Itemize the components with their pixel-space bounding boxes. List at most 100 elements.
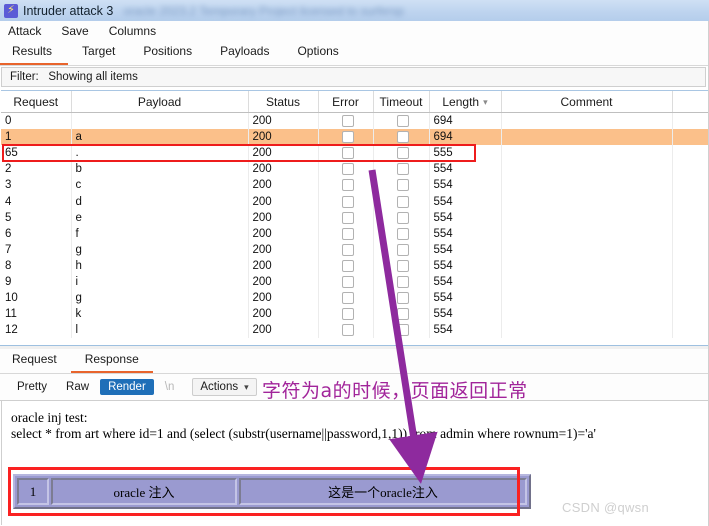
checkbox-icon[interactable] xyxy=(397,259,409,272)
table-row[interactable]: 5 e 200 554 xyxy=(1,209,708,226)
actions-dropdown[interactable]: Actions ▾ xyxy=(192,378,257,396)
cell-error[interactable] xyxy=(318,273,374,291)
cell-error[interactable] xyxy=(318,112,374,130)
cell-error[interactable] xyxy=(318,145,374,162)
filter-bar[interactable]: Filter: Showing all items xyxy=(1,67,706,87)
cell-error[interactable] xyxy=(318,177,374,194)
table-row[interactable]: 11 k 200 554 xyxy=(1,306,708,323)
view-button-pretty[interactable]: Pretty xyxy=(9,379,55,395)
cell-error[interactable] xyxy=(318,225,374,242)
tab-target[interactable]: Target xyxy=(68,40,129,65)
checkbox-icon[interactable] xyxy=(397,115,409,128)
checkbox-icon[interactable] xyxy=(397,308,409,321)
checkbox-icon[interactable] xyxy=(341,243,354,256)
column-header-status[interactable]: Status xyxy=(248,91,319,113)
checkbox-icon[interactable] xyxy=(397,131,409,144)
table-row[interactable]: 12 l 200 554 xyxy=(1,322,708,339)
cell-comment xyxy=(501,290,673,307)
cell-spacer xyxy=(672,226,708,242)
table-row[interactable]: 7 g 200 554 xyxy=(1,241,708,258)
table-row[interactable]: 10 g 200 554 xyxy=(1,290,708,307)
cell-timeout[interactable] xyxy=(373,225,430,242)
table-row[interactable]: 6 f 200 554 xyxy=(1,225,708,242)
checkbox-icon[interactable] xyxy=(341,324,354,337)
tab-positions[interactable]: Positions xyxy=(129,40,206,65)
cell-timeout[interactable] xyxy=(373,129,430,146)
cell-error[interactable] xyxy=(318,129,374,146)
menu-item-save[interactable]: Save xyxy=(51,21,98,41)
cell-error[interactable] xyxy=(318,306,374,323)
table-row[interactable]: 1 a 200 694 xyxy=(1,129,708,146)
tab-payloads[interactable]: Payloads xyxy=(206,40,283,65)
checkbox-icon[interactable] xyxy=(397,179,409,192)
column-header-error[interactable]: Error xyxy=(318,91,374,113)
checkbox-icon[interactable] xyxy=(341,163,354,176)
cell-timeout[interactable] xyxy=(373,290,430,307)
table-row[interactable]: 4 d 200 554 xyxy=(1,193,708,210)
cell-timeout[interactable] xyxy=(373,306,430,323)
checkbox-icon[interactable] xyxy=(341,179,354,192)
checkbox-icon[interactable] xyxy=(341,292,354,305)
checkbox-icon[interactable] xyxy=(341,211,354,224)
checkbox-icon[interactable] xyxy=(397,211,409,224)
cell-comment xyxy=(501,241,673,258)
cell-error[interactable] xyxy=(318,322,374,339)
results-table-container[interactable]: Request Payload Status Error Timeout Len… xyxy=(1,90,708,346)
checkbox-icon[interactable] xyxy=(341,115,354,128)
table-row[interactable]: 0 200 694 xyxy=(1,112,708,130)
checkbox-icon[interactable] xyxy=(397,292,409,305)
checkbox-icon[interactable] xyxy=(397,147,409,160)
table-row[interactable]: 3 c 200 554 xyxy=(1,177,708,194)
checkbox-icon[interactable] xyxy=(341,147,354,160)
cell-timeout[interactable] xyxy=(373,145,430,162)
column-header-comment[interactable]: Comment xyxy=(501,91,673,113)
cell-error[interactable] xyxy=(318,290,374,307)
checkbox-icon[interactable] xyxy=(341,259,354,272)
table-row[interactable]: 9 i 200 554 xyxy=(1,273,708,291)
tab-results[interactable]: Results xyxy=(0,40,69,65)
tab-request[interactable]: Request xyxy=(0,348,71,373)
newline-toggle[interactable]: \n xyxy=(157,379,183,395)
checkbox-icon[interactable] xyxy=(397,275,409,288)
table-row[interactable]: 8 h 200 554 xyxy=(1,257,708,274)
cell-timeout[interactable] xyxy=(373,112,430,130)
view-button-raw[interactable]: Raw xyxy=(58,379,97,395)
checkbox-icon[interactable] xyxy=(397,163,409,176)
cell-timeout[interactable] xyxy=(373,209,430,226)
menu-item-attack[interactable]: Attack xyxy=(0,21,51,41)
checkbox-icon[interactable] xyxy=(341,227,354,240)
cell-timeout[interactable] xyxy=(373,177,430,194)
cell-error[interactable] xyxy=(318,209,374,226)
checkbox-icon[interactable] xyxy=(341,131,354,144)
cell-timeout[interactable] xyxy=(373,257,430,274)
chevron-down-icon: ▾ xyxy=(244,381,249,392)
cell-timeout[interactable] xyxy=(373,241,430,258)
checkbox-icon[interactable] xyxy=(397,227,409,240)
checkbox-icon[interactable] xyxy=(341,275,354,288)
column-header-timeout[interactable]: Timeout xyxy=(373,91,430,113)
cell-status: 200 xyxy=(248,193,319,210)
cell-timeout[interactable] xyxy=(373,273,430,291)
view-button-render[interactable]: Render xyxy=(100,379,154,395)
table-row[interactable]: 65. 200 555 xyxy=(1,145,708,162)
checkbox-icon[interactable] xyxy=(341,195,354,208)
column-header-payload[interactable]: Payload xyxy=(71,91,249,113)
cell-error[interactable] xyxy=(318,161,374,178)
cell-timeout[interactable] xyxy=(373,322,430,339)
menu-item-columns[interactable]: Columns xyxy=(99,21,166,41)
chevron-down-icon: ▾ xyxy=(483,96,488,107)
cell-error[interactable] xyxy=(318,257,374,274)
cell-error[interactable] xyxy=(318,241,374,258)
tab-options[interactable]: Options xyxy=(283,40,352,65)
column-header-length[interactable]: Length ▾ xyxy=(429,91,502,113)
checkbox-icon[interactable] xyxy=(397,324,409,337)
checkbox-icon[interactable] xyxy=(341,308,354,321)
cell-timeout[interactable] xyxy=(373,161,430,178)
column-header-request[interactable]: Request xyxy=(1,91,72,113)
cell-error[interactable] xyxy=(318,193,374,210)
checkbox-icon[interactable] xyxy=(397,195,409,208)
tab-response[interactable]: Response xyxy=(70,348,153,373)
checkbox-icon[interactable] xyxy=(397,243,409,256)
cell-timeout[interactable] xyxy=(373,193,430,210)
table-row[interactable]: 2 b 200 554 xyxy=(1,161,708,178)
